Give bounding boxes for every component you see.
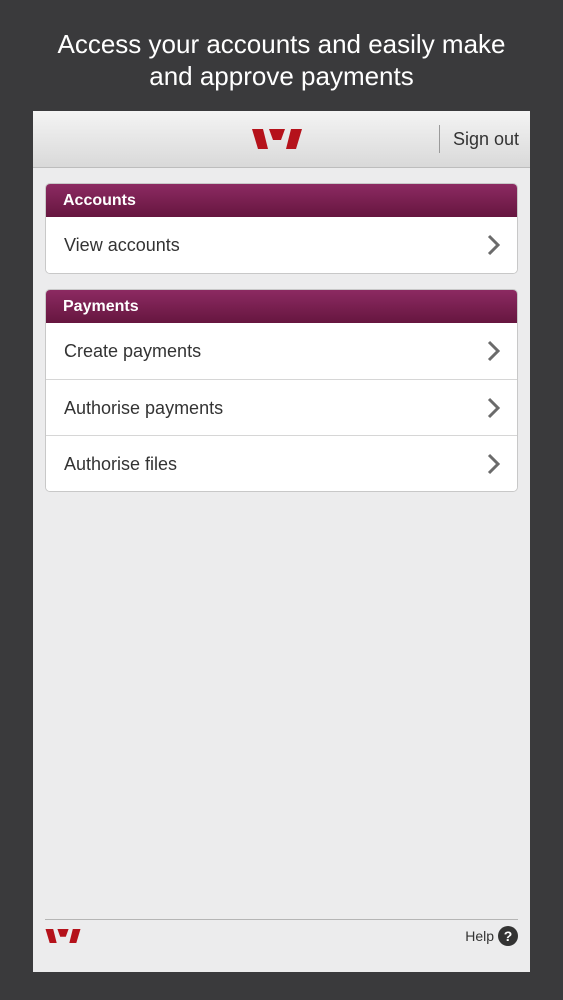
accounts-panel: Accounts View accounts: [45, 183, 518, 274]
help-button[interactable]: Help ?: [465, 925, 518, 947]
chevron-right-icon: [487, 453, 501, 475]
menu-item-create-payments[interactable]: Create payments: [46, 323, 517, 379]
chevron-right-icon: [487, 397, 501, 419]
menu-item-view-accounts[interactable]: View accounts: [46, 217, 517, 273]
chevron-right-icon: [487, 234, 501, 256]
menu-item-label: Authorise files: [64, 454, 178, 474]
help-label: Help: [465, 928, 494, 944]
help-question-icon: ?: [498, 926, 518, 946]
westpac-logo-icon: [45, 929, 81, 943]
chevron-right-icon: [487, 340, 501, 362]
topbar-divider: [439, 125, 440, 153]
footer-divider: [45, 919, 518, 920]
payments-header: Payments: [46, 290, 517, 323]
menu-item-authorise-payments[interactable]: Authorise payments: [46, 379, 517, 435]
menu-item-label: Create payments: [64, 341, 202, 361]
sign-out-button[interactable]: Sign out: [447, 125, 525, 153]
menu-item-label: View accounts: [64, 235, 180, 255]
accounts-header: Accounts: [46, 184, 517, 217]
headline-line-2: and approve payments: [149, 61, 414, 91]
app-screen: Sign out Accounts View accounts Payments…: [33, 111, 530, 972]
westpac-logo-icon: [252, 129, 302, 149]
marketing-headline: Access your accounts and easily make and…: [0, 28, 563, 92]
top-bar: Sign out: [33, 111, 530, 168]
payments-panel: Payments Create payments Authorise payme…: [45, 289, 518, 492]
menu-item-authorise-files[interactable]: Authorise files: [46, 435, 517, 491]
headline-line-1: Access your accounts and easily make: [57, 29, 506, 59]
menu-item-label: Authorise payments: [64, 398, 224, 418]
